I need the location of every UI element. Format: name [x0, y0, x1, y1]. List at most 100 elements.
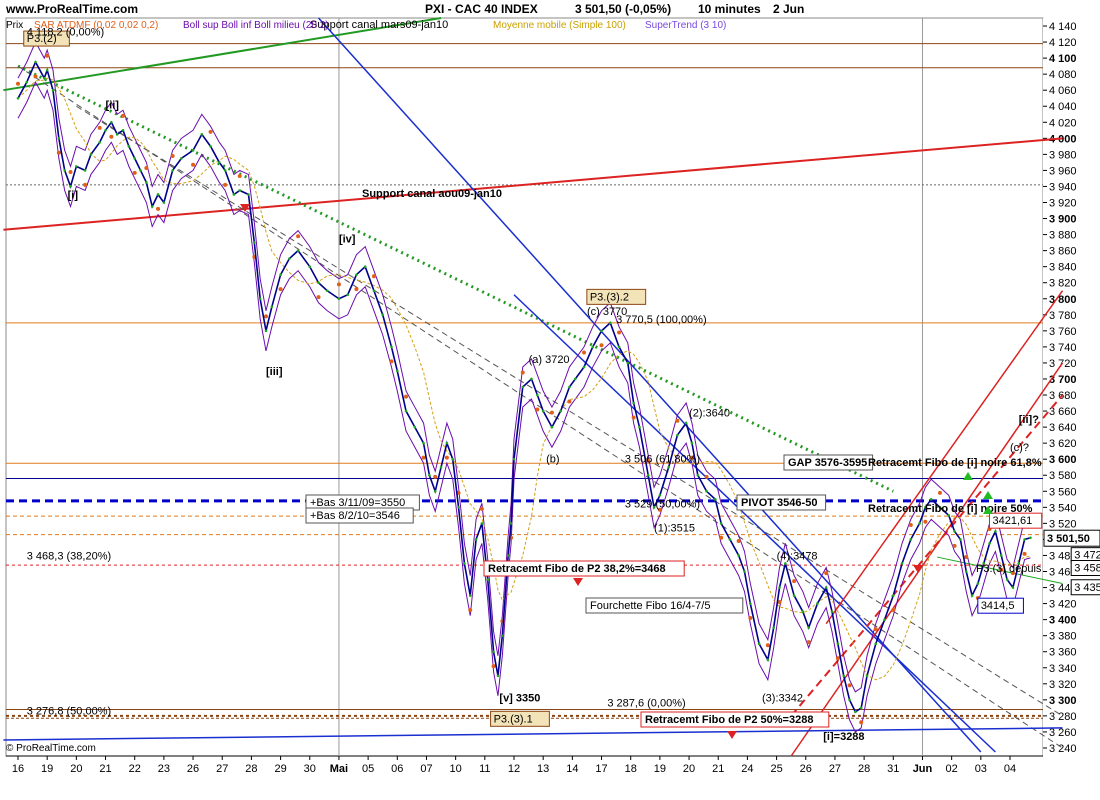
y-tick-label: 4 120: [1049, 37, 1077, 49]
price-point: [180, 157, 183, 160]
price-point: [891, 594, 895, 597]
price-point: [512, 457, 516, 461]
x-tick-label: 19: [654, 763, 666, 775]
price-point: [1011, 586, 1015, 589]
price-point: [728, 538, 732, 541]
price-point: [626, 361, 630, 365]
price-point: [372, 289, 376, 293]
y-tick-label: 3 600: [1049, 454, 1077, 466]
price-point: [296, 249, 300, 252]
line-label: GAP 3576-3595: [788, 457, 867, 469]
y-tick-label: 3 620: [1049, 438, 1077, 450]
price-point: [110, 120, 113, 124]
sar-dot: [278, 287, 283, 292]
y-tick-label: 3 720: [1049, 358, 1077, 370]
price-point: [559, 409, 562, 413]
line-label: P3.(3) depuis: [976, 563, 1042, 575]
price-point: [145, 181, 148, 184]
sar-dot: [952, 543, 957, 548]
price-point: [600, 329, 603, 333]
y-tick-label: 3 780: [1049, 310, 1077, 322]
x-tick-label: Jun: [913, 763, 933, 775]
price-point: [363, 265, 367, 268]
sar-dot: [56, 150, 61, 155]
price-point: [658, 493, 662, 497]
price-point: [632, 401, 635, 405]
price-point: [988, 542, 991, 545]
x-tick-label: 19: [41, 763, 53, 775]
price-point: [258, 297, 262, 301]
price-point: [162, 201, 166, 204]
annotation-label: P3.(3).2: [590, 291, 629, 303]
y-tick-label: 3 580: [1049, 470, 1077, 482]
x-tick-label: 17: [595, 763, 607, 775]
y-tick-label: 3 660: [1049, 406, 1077, 418]
price-point: [127, 145, 131, 148]
sar-dot: [121, 113, 126, 118]
price-point: [970, 594, 974, 597]
price-point: [1023, 538, 1026, 541]
sar-dot: [859, 720, 864, 725]
sar-dot: [582, 350, 587, 355]
price-point: [346, 293, 349, 297]
sar-dot: [617, 330, 622, 335]
price-point: [121, 129, 125, 132]
x-tick-label: 03: [975, 763, 987, 775]
sar-dot: [444, 455, 449, 460]
price-point: [279, 273, 282, 276]
price-point: [209, 145, 212, 148]
x-tick-label: 26: [187, 763, 199, 775]
price-point: [191, 149, 195, 152]
x-tick-label: 24: [741, 763, 753, 775]
annotation-label: (c)?: [1010, 442, 1029, 454]
annotation-label: 3414,5: [981, 600, 1015, 612]
indicator-sar: SAR ATDMF (0,02 0,02 0,2): [34, 20, 159, 31]
annotation-label: (3):3342: [762, 692, 803, 704]
sar-dot: [908, 522, 913, 527]
x-tick-label: 31: [887, 763, 899, 775]
sar-dot: [208, 129, 213, 134]
sar-dot: [491, 664, 496, 669]
price-point: [994, 530, 997, 533]
price-point: [218, 161, 221, 164]
price-point: [439, 465, 443, 469]
line-label: +Bas 8/2/10=3546: [310, 510, 400, 522]
annotation-label: [iii]: [266, 366, 283, 378]
price-point: [830, 610, 834, 613]
line-label: Support canal aou09-jan10: [362, 188, 502, 200]
sar-dot: [33, 74, 38, 79]
price-point: [264, 329, 268, 333]
annotation-label: 3421,61: [992, 515, 1032, 527]
price-point: [778, 586, 781, 589]
price-point: [457, 506, 460, 509]
price-point: [115, 133, 119, 136]
y-tick-label: 3 360: [1049, 647, 1077, 659]
sar-dot: [736, 539, 741, 544]
y-tick-label: 3 520: [1049, 518, 1077, 530]
x-tick-label: 16: [12, 763, 24, 775]
price-point: [288, 257, 291, 260]
y-tick-label: 4 020: [1049, 117, 1077, 129]
price-point: [854, 710, 857, 714]
sar-dot: [479, 506, 484, 511]
price-point: [617, 345, 621, 349]
sar-dot: [748, 616, 753, 621]
price-point: [521, 385, 525, 389]
sar-dot: [109, 134, 114, 139]
sar-dot: [549, 410, 554, 415]
sar-dot: [433, 474, 438, 479]
sar-dot: [719, 535, 724, 540]
x-tick-label: 22: [129, 763, 141, 775]
sar-dot: [567, 399, 572, 404]
price-point: [1005, 578, 1009, 581]
y-tick-label: 3 940: [1049, 181, 1077, 193]
y-tick-label: 3 240: [1049, 743, 1077, 755]
line-label: PIVOT 3546-50: [741, 497, 817, 509]
sar-dot: [873, 627, 878, 632]
sar-dot: [468, 608, 473, 613]
sar-dot: [891, 608, 896, 613]
sar-dot: [835, 656, 840, 661]
price-chart[interactable]: 4 1404 1204 1004 0804 0604 0404 0204 000…: [0, 0, 1100, 800]
price-point: [684, 421, 688, 425]
price-point: [749, 602, 752, 605]
